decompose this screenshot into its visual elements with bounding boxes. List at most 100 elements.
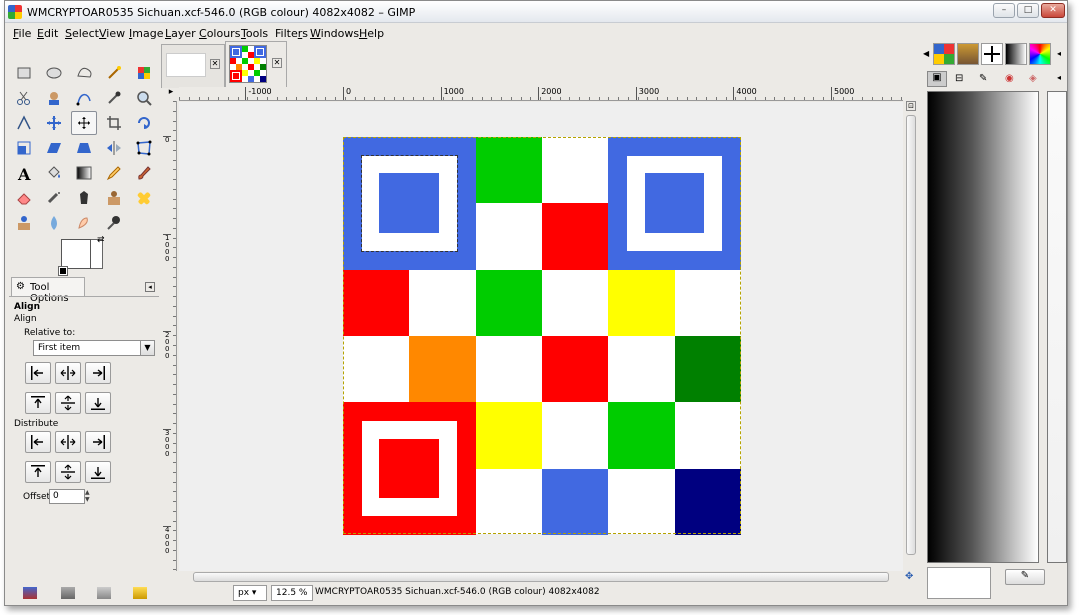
align-center-button[interactable] (55, 362, 81, 384)
distribute-center-button[interactable] (55, 431, 81, 453)
distribute-bottom-button[interactable] (85, 461, 111, 483)
image-tab-qr[interactable]: ✕ (225, 41, 287, 87)
color-swatches[interactable]: ⇄ (58, 235, 111, 279)
tool-pencil[interactable] (101, 161, 127, 185)
histogram-icon[interactable]: ◈ (1029, 73, 1037, 84)
brush-preview[interactable] (927, 567, 991, 599)
close-button[interactable]: ✕ (1041, 3, 1065, 18)
tool-blend[interactable] (71, 161, 97, 185)
menu-colours[interactable]: Colours (199, 27, 240, 40)
gradient-preview[interactable] (927, 91, 1039, 563)
tab-patterns[interactable] (957, 43, 979, 65)
distribute-top-button[interactable] (25, 461, 51, 483)
tool-cage-transform[interactable] (131, 136, 157, 160)
horizontal-ruler[interactable]: -1000 0 1000 2000 3000 4000 5000 (179, 87, 903, 101)
tool-shear[interactable] (41, 136, 67, 160)
vertical-scrollbar[interactable]: ⊡ (905, 101, 917, 571)
tool-perspective[interactable] (71, 136, 97, 160)
align-left-edge-button[interactable] (25, 362, 51, 384)
tab-brushes[interactable] (981, 43, 1003, 65)
tool-select-by-color[interactable] (131, 61, 157, 85)
menu-tools[interactable]: Tools (241, 27, 268, 40)
tab-palettes[interactable] (933, 43, 955, 65)
tool-scissors-select[interactable] (11, 86, 37, 110)
tool-ellipse-select[interactable] (41, 61, 67, 85)
tab-tool-options[interactable]: ⚙ Tool Options (11, 277, 85, 304)
zoom-select[interactable]: 12.5 % (271, 585, 313, 601)
dock-menu-icon[interactable]: ◂ (1057, 49, 1061, 58)
offset-input[interactable]: 0 (49, 489, 85, 504)
tab-layers-icon[interactable]: ▣ (927, 71, 947, 87)
dock-menu-icon[interactable]: ◂ (145, 282, 155, 292)
tool-heal[interactable] (131, 186, 157, 210)
dock-menu-icon[interactable]: ◂ (1057, 73, 1061, 82)
tool-paintbrush[interactable] (131, 161, 157, 185)
close-tab-icon[interactable]: ✕ (272, 58, 282, 68)
channels-icon[interactable]: ⊟ (955, 73, 963, 84)
tool-fuzzy-select[interactable] (101, 61, 127, 85)
tool-airbrush[interactable] (41, 186, 67, 210)
tab-fonts[interactable] (1029, 43, 1051, 65)
delete-options-icon[interactable] (97, 587, 111, 599)
vertical-ruler[interactable]: 0 1000 2000 3000 4000 (163, 101, 177, 571)
swap-colors-icon[interactable]: ⇄ (97, 235, 105, 245)
align-right-edge-button[interactable] (85, 362, 111, 384)
align-top-edge-button[interactable] (25, 392, 51, 414)
edit-brush-button[interactable]: ✎ (1005, 569, 1045, 585)
menu-windows[interactable]: Windows (310, 27, 359, 40)
menu-layer[interactable]: Layer (165, 27, 196, 40)
tool-ink[interactable] (71, 186, 97, 210)
maximize-button[interactable]: □ (1017, 3, 1039, 18)
tool-free-select[interactable] (71, 61, 97, 85)
quick-mask-corner[interactable]: ▸ (163, 87, 179, 101)
tab-gradients[interactable] (1005, 43, 1027, 65)
offset-spinner[interactable]: ▲ ▼ (85, 489, 93, 504)
distribute-middle-button[interactable] (55, 461, 81, 483)
tool-flip[interactable] (101, 136, 127, 160)
minimize-button[interactable]: – (993, 3, 1015, 18)
menu-file[interactable]: File (13, 27, 31, 40)
reset-options-icon[interactable] (133, 587, 147, 599)
menu-select[interactable]: Select (65, 27, 99, 40)
save-options-icon[interactable] (23, 587, 37, 599)
zoom-fit-icon[interactable]: ⊡ (906, 101, 916, 111)
distribute-right-button[interactable] (85, 431, 111, 453)
default-colors-icon[interactable] (58, 266, 68, 276)
distribute-left-button[interactable] (25, 431, 51, 453)
paths-icon[interactable]: ✎ (979, 73, 987, 84)
menu-image[interactable]: Image (129, 27, 163, 40)
tool-crop[interactable] (101, 111, 127, 135)
colormap-icon[interactable]: ◉ (1005, 73, 1014, 84)
tool-bucket-fill[interactable] (41, 161, 67, 185)
tool-foreground-select[interactable] (41, 86, 67, 110)
dock-scroll-left-icon[interactable]: ◀ (923, 49, 929, 58)
tool-rotate[interactable] (131, 111, 157, 135)
align-bottom-edge-button[interactable] (85, 392, 111, 414)
menu-edit[interactable]: Edit (37, 27, 58, 40)
tool-zoom[interactable] (131, 86, 157, 110)
tool-align[interactable] (71, 111, 97, 135)
image-canvas[interactable] (179, 102, 903, 571)
tool-dodge-burn[interactable] (101, 211, 127, 235)
tool-paths[interactable] (71, 86, 97, 110)
image-tab-blank[interactable]: ✕ (161, 44, 225, 88)
restore-options-icon[interactable] (61, 587, 75, 599)
unit-select[interactable]: px ▾ (233, 585, 267, 601)
relative-to-select[interactable]: First item ▼ (33, 340, 155, 356)
menu-view[interactable]: View (99, 27, 125, 40)
vertical-scroll-thumb[interactable] (906, 115, 916, 555)
align-middle-button[interactable] (55, 392, 81, 414)
tool-eraser[interactable] (11, 186, 37, 210)
horizontal-scrollbar[interactable] (179, 571, 903, 583)
menu-filters[interactable]: Filters (275, 27, 308, 40)
menu-help[interactable]: Help (359, 27, 384, 40)
tool-perspective-clone[interactable] (11, 211, 37, 235)
tool-measure[interactable] (11, 111, 37, 135)
navigate-icon[interactable]: ✥ (905, 571, 917, 583)
tool-color-picker[interactable] (101, 86, 127, 110)
tool-rect-select[interactable] (11, 61, 37, 85)
tool-scale[interactable] (11, 136, 37, 160)
tool-text[interactable]: A (11, 161, 37, 185)
tool-blur[interactable] (41, 211, 67, 235)
foreground-color-swatch[interactable] (61, 239, 91, 269)
